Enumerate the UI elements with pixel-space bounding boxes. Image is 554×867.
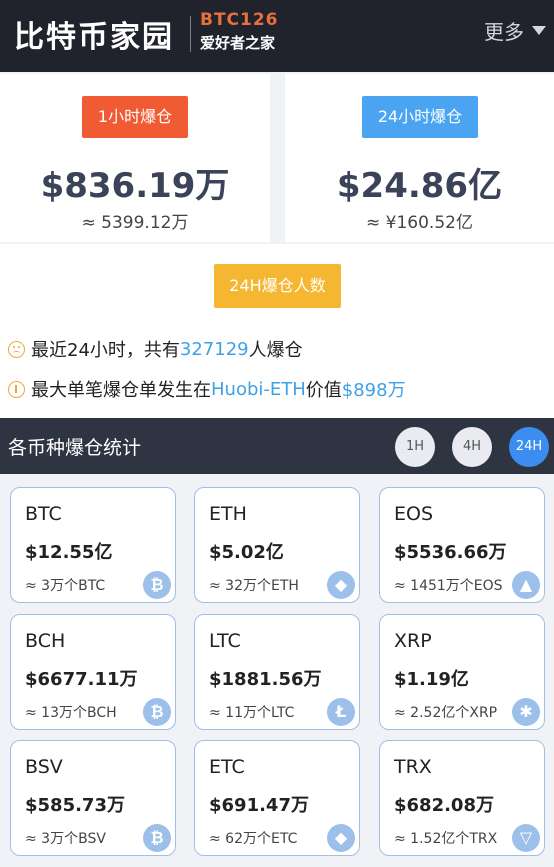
people-count-suffix: 人爆仓 bbox=[248, 340, 303, 361]
coin-card[interactable]: ETC $691.47万 ≈ 62万个ETC ◆ bbox=[194, 740, 360, 856]
ethereum-icon: ◆ bbox=[327, 571, 355, 599]
bitcoin-icon: ₿ bbox=[143, 571, 171, 599]
people-count-prefix: 最近24小时，共有 bbox=[31, 340, 180, 361]
coin-value: $1881.56万 bbox=[209, 669, 322, 690]
coin-amount: ≈ 2.52亿个XRP bbox=[394, 705, 498, 721]
coin-name: BTC bbox=[25, 503, 62, 525]
coin-name: ETH bbox=[209, 503, 247, 525]
largest-order-prefix: 最大单笔爆仓单发生在 bbox=[31, 380, 211, 401]
chevron-down-icon bbox=[532, 26, 546, 35]
more-menu-button[interactable]: 更多 bbox=[484, 16, 546, 45]
coin-name: ETC bbox=[209, 756, 245, 778]
bitcoin-cash-icon: ₿ bbox=[143, 698, 171, 726]
largest-order-mid: 价值 bbox=[305, 380, 342, 401]
coin-value: $12.55亿 bbox=[25, 542, 113, 563]
liquidation-people-panel: 24H爆仓人数 最近24小时，共有 327129 人爆仓 最大单笔爆仓单发生在 … bbox=[0, 244, 554, 418]
tab-24h[interactable]: 24H bbox=[509, 427, 549, 467]
coin-amount: ≈ 1.52亿个TRX bbox=[394, 831, 498, 847]
coin-card[interactable]: BCH $6677.11万 ≈ 13万个BCH ₿ bbox=[10, 614, 176, 730]
ripple-icon: ✱ bbox=[512, 698, 540, 726]
coin-value: $5536.66万 bbox=[394, 542, 507, 563]
liquidation-24h-card: 24小时爆仓 $24.86亿 ≈ ¥160.52亿 bbox=[285, 74, 554, 242]
liquidation-24h-amount: $24.86亿 bbox=[336, 166, 503, 206]
coin-value: $585.73万 bbox=[25, 795, 125, 816]
coin-value: $6677.11万 bbox=[25, 669, 138, 690]
coin-amount: ≈ 3万个BTC bbox=[25, 578, 106, 594]
liquidation-1h-card: 1小时爆仓 $836.19万 ≈ 5399.12万 bbox=[0, 74, 270, 242]
tab-4h[interactable]: 4H bbox=[452, 427, 492, 467]
coin-amount: ≈ 62万个ETC bbox=[209, 831, 298, 847]
tab-1h[interactable]: 1H bbox=[395, 427, 435, 467]
coin-name: XRP bbox=[394, 630, 432, 652]
coin-card[interactable]: ETH $5.02亿 ≈ 32万个ETH ◆ bbox=[194, 487, 360, 603]
site-code: BTC126 bbox=[200, 10, 279, 30]
coin-amount: ≈ 32万个ETH bbox=[209, 578, 299, 594]
site-slogan: 爱好者之家 bbox=[200, 34, 276, 52]
coin-card[interactable]: TRX $682.08万 ≈ 1.52亿个TRX ▽ bbox=[379, 740, 545, 856]
liquidation-24h-approx: ≈ ¥160.52亿 bbox=[366, 213, 473, 233]
bitcoin-sv-icon: ₿ bbox=[143, 824, 171, 852]
eos-icon: ▲ bbox=[512, 571, 540, 599]
coin-card[interactable]: XRP $1.19亿 ≈ 2.52亿个XRP ✱ bbox=[379, 614, 545, 730]
liquidation-people-tag: 24H爆仓人数 bbox=[214, 264, 341, 308]
site-logo[interactable]: 比特币家园 bbox=[14, 12, 174, 56]
coin-card[interactable]: EOS $5536.66万 ≈ 1451万个EOS ▲ bbox=[379, 487, 545, 603]
coin-amount: ≈ 3万个BSV bbox=[25, 831, 106, 847]
top-header: 比特币家园 BTC126 爱好者之家 更多 bbox=[0, 0, 554, 72]
coin-value: $5.02亿 bbox=[209, 542, 284, 563]
coin-stats-title: 各币种爆仓统计 bbox=[8, 437, 142, 459]
people-count-line: 最近24小时，共有 327129 人爆仓 bbox=[8, 336, 303, 362]
coin-amount: ≈ 11万个LTC bbox=[209, 705, 295, 721]
largest-order-value: $898万 bbox=[341, 380, 406, 401]
liquidation-1h-approx: ≈ 5399.12万 bbox=[81, 213, 189, 233]
liquidation-1h-amount: $836.19万 bbox=[40, 166, 230, 206]
coin-value: $1.19亿 bbox=[394, 669, 469, 690]
coin-stats-header: 各币种爆仓统计 1H 4H 24H bbox=[0, 418, 554, 474]
people-count-value: 327129 bbox=[179, 338, 249, 360]
coin-card[interactable]: BTC $12.55亿 ≈ 3万个BTC ₿ bbox=[10, 487, 176, 603]
coin-name: BSV bbox=[25, 756, 63, 778]
info-icon bbox=[8, 380, 25, 398]
coin-amount: ≈ 13万个BCH bbox=[25, 705, 117, 721]
ethereum-classic-icon: ◆ bbox=[327, 824, 355, 852]
coin-grid: BTC $12.55亿 ≈ 3万个BTC ₿ ETH $5.02亿 ≈ 32万个… bbox=[0, 474, 554, 867]
coin-card[interactable]: LTC $1881.56万 ≈ 11万个LTC Ł bbox=[194, 614, 360, 730]
largest-order-exchange[interactable]: Huobi-ETH bbox=[211, 379, 306, 400]
coin-name: BCH bbox=[25, 630, 66, 652]
coin-name: TRX bbox=[394, 756, 432, 778]
logo-divider bbox=[190, 16, 191, 52]
litecoin-icon: Ł bbox=[327, 698, 355, 726]
liquidation-1h-tag: 1小时爆仓 bbox=[82, 96, 188, 138]
sad-face-icon bbox=[8, 340, 25, 358]
coin-name: LTC bbox=[209, 630, 241, 652]
coin-value: $682.08万 bbox=[394, 795, 494, 816]
largest-order-line: 最大单笔爆仓单发生在 Huobi-ETH 价值 $898万 bbox=[8, 376, 406, 402]
coin-name: EOS bbox=[394, 503, 434, 525]
more-menu-label: 更多 bbox=[484, 20, 524, 44]
tron-icon: ▽ bbox=[512, 824, 540, 852]
coin-value: $691.47万 bbox=[209, 795, 309, 816]
coin-amount: ≈ 1451万个EOS bbox=[394, 578, 503, 594]
liquidation-24h-tag: 24小时爆仓 bbox=[362, 96, 478, 138]
coin-card[interactable]: BSV $585.73万 ≈ 3万个BSV ₿ bbox=[10, 740, 176, 856]
